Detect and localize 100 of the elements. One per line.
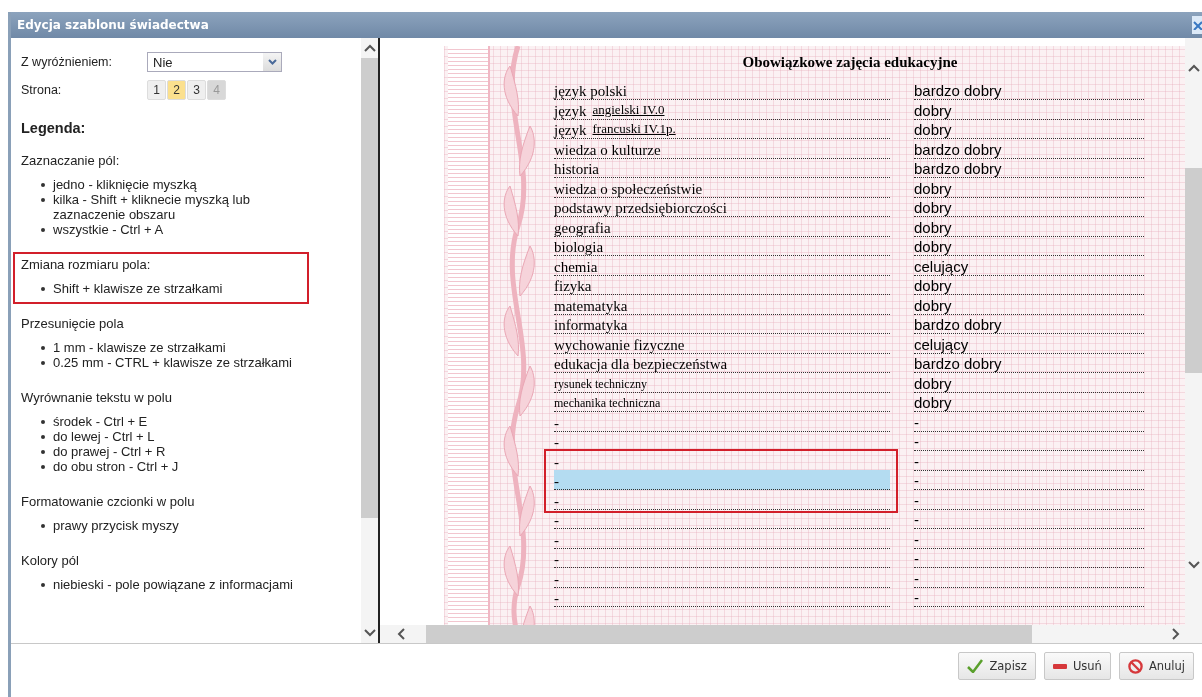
caret-icon <box>267 59 277 65</box>
subject-field[interactable]: - <box>554 531 559 548</box>
scroll-thumb[interactable] <box>361 58 378 518</box>
close-button[interactable] <box>1192 16 1202 34</box>
grade-field[interactable]: - <box>914 512 919 528</box>
subject-field[interactable]: wiedza o kulturze <box>554 141 661 158</box>
grade-field[interactable]: dobry <box>914 395 952 411</box>
subject-field[interactable]: - <box>554 551 559 567</box>
subject-field[interactable]: angielski IV.0 <box>592 99 665 120</box>
subject-field[interactable]: biologia <box>554 239 604 255</box>
subject-field[interactable]: rysunek techniczny <box>554 375 647 392</box>
cancel-button[interactable]: Anuluj <box>1118 652 1194 680</box>
subject-field[interactable]: historia <box>554 161 599 177</box>
bullet-icon <box>41 524 45 528</box>
grade-field[interactable]: dobry <box>914 200 952 216</box>
scrollbar[interactable] <box>1185 38 1202 625</box>
window-title: Edycja szablonu świadectwa <box>17 18 209 32</box>
subject-field[interactable]: matematyka <box>554 297 628 314</box>
subject-field[interactable]: fizyka <box>554 278 592 294</box>
grade-field[interactable]: - <box>914 492 919 509</box>
subject-field[interactable]: - <box>554 473 559 489</box>
scroll-right-icon[interactable] <box>1170 628 1180 640</box>
subject-field[interactable]: informatyka <box>554 317 628 333</box>
distinction-dropdown[interactable]: Nie <box>147 52 282 72</box>
section-heading: Zaznaczanie pól: <box>21 153 121 168</box>
section-heading: Obowiązkowe zajęcia edukacyjne <box>741 54 959 71</box>
legend-item: 0.25 mm - CTRL + klawisze ze strzałkami <box>53 355 292 370</box>
legend-item: do prawej - Ctrl + R <box>53 444 166 459</box>
grade-field[interactable]: dobry <box>914 122 952 138</box>
grade-field[interactable]: bardzo dobry <box>914 356 1002 372</box>
scroll-up-icon[interactable] <box>363 43 376 53</box>
scroll-down-icon[interactable] <box>1187 560 1200 570</box>
scroll-thumb[interactable] <box>426 625 1032 643</box>
grade-field[interactable]: bardzo dobry <box>914 161 1002 177</box>
scrollbar[interactable] <box>361 38 378 643</box>
subject-field[interactable]: - <box>554 492 559 509</box>
legend-item: do lewej - Ctrl + L <box>53 429 155 444</box>
scroll-thumb[interactable] <box>1185 168 1202 373</box>
grade-field[interactable]: - <box>914 473 919 489</box>
subject-field[interactable]: chemia <box>554 258 598 275</box>
subject-field[interactable]: - <box>554 570 559 587</box>
subject-label: język <box>554 102 587 119</box>
bullet-icon <box>41 435 45 439</box>
grade-field[interactable]: - <box>914 531 919 548</box>
grade-field[interactable]: - <box>914 570 919 587</box>
grade-field[interactable]: dobry <box>914 180 952 197</box>
section-heading: Kolory pól <box>21 553 80 568</box>
grade-field[interactable]: dobry <box>914 297 952 314</box>
save-button[interactable]: Zapisz <box>958 652 1036 680</box>
grade-field[interactable]: - <box>914 434 919 450</box>
grade-field[interactable]: - <box>914 453 919 470</box>
grade-field[interactable]: - <box>914 414 919 431</box>
section-heading: Przesunięcie pola <box>21 316 125 331</box>
scrollbar[interactable] <box>380 625 1185 643</box>
grade-field[interactable]: bardzo dobry <box>914 83 1002 99</box>
legend-item: wszystkie - Ctrl + A <box>53 222 164 237</box>
subject-label: język <box>554 122 587 138</box>
no-entry-icon <box>1127 658 1143 674</box>
grade-field[interactable]: bardzo dobry <box>914 317 1002 333</box>
section-heading: Zmiana rozmiaru pola: <box>21 257 152 272</box>
bullet-icon <box>41 287 45 291</box>
delete-button[interactable]: Usuń <box>1043 652 1111 680</box>
subject-field[interactable]: francuski IV.1p. <box>592 119 676 139</box>
grade-field[interactable]: celujący <box>914 336 969 353</box>
scroll-up-icon[interactable] <box>1187 63 1200 73</box>
grade-field[interactable]: bardzo dobry <box>914 141 1002 158</box>
subject-field[interactable]: wychowanie fizyczne <box>554 336 685 353</box>
subject-field[interactable]: - <box>554 512 559 528</box>
subject-field[interactable]: - <box>554 453 559 470</box>
grade-field[interactable]: dobry <box>914 239 952 255</box>
bullet-icon <box>41 228 45 232</box>
grade-field[interactable]: - <box>914 551 919 567</box>
bullet-icon <box>41 183 45 187</box>
grade-field[interactable]: dobry <box>914 219 952 236</box>
subject-field[interactable]: język polski <box>554 83 627 99</box>
subject-field[interactable]: edukacja dla bezpieczeństwa <box>554 356 728 372</box>
section-heading: Wyrównanie tekstu w polu <box>21 390 173 405</box>
legend-item: do obu stron - Ctrl + J <box>53 459 179 474</box>
subject-field[interactable]: geografia <box>554 219 611 236</box>
subject-field[interactable]: - <box>554 414 559 431</box>
grade-field[interactable]: - <box>914 590 919 606</box>
minus-icon <box>1052 663 1067 669</box>
page-label: Strona: <box>21 83 63 97</box>
bullet-icon <box>41 450 45 454</box>
page-button[interactable]: 2 <box>167 80 186 100</box>
subject-field[interactable]: mechanika techniczna <box>554 395 661 411</box>
grade-field[interactable]: dobry <box>914 102 952 119</box>
subject-field[interactable]: - <box>554 590 559 606</box>
section-heading: Formatowanie czcionki w polu <box>21 494 196 509</box>
subject-field[interactable]: wiedza o społeczeństwie <box>554 180 703 197</box>
grade-field[interactable]: celujący <box>914 258 969 275</box>
grade-field[interactable]: dobry <box>914 375 952 392</box>
grade-field[interactable]: dobry <box>914 278 952 294</box>
scroll-left-icon[interactable] <box>397 628 407 640</box>
page-button[interactable]: 1 <box>147 80 166 100</box>
subject-field[interactable]: - <box>554 434 559 450</box>
scroll-down-icon[interactable] <box>363 628 376 638</box>
subject-field[interactable]: podstawy przedsiębiorczości <box>554 200 727 216</box>
selected-field[interactable]: - <box>554 470 890 490</box>
page-button[interactable]: 3 <box>187 80 206 100</box>
